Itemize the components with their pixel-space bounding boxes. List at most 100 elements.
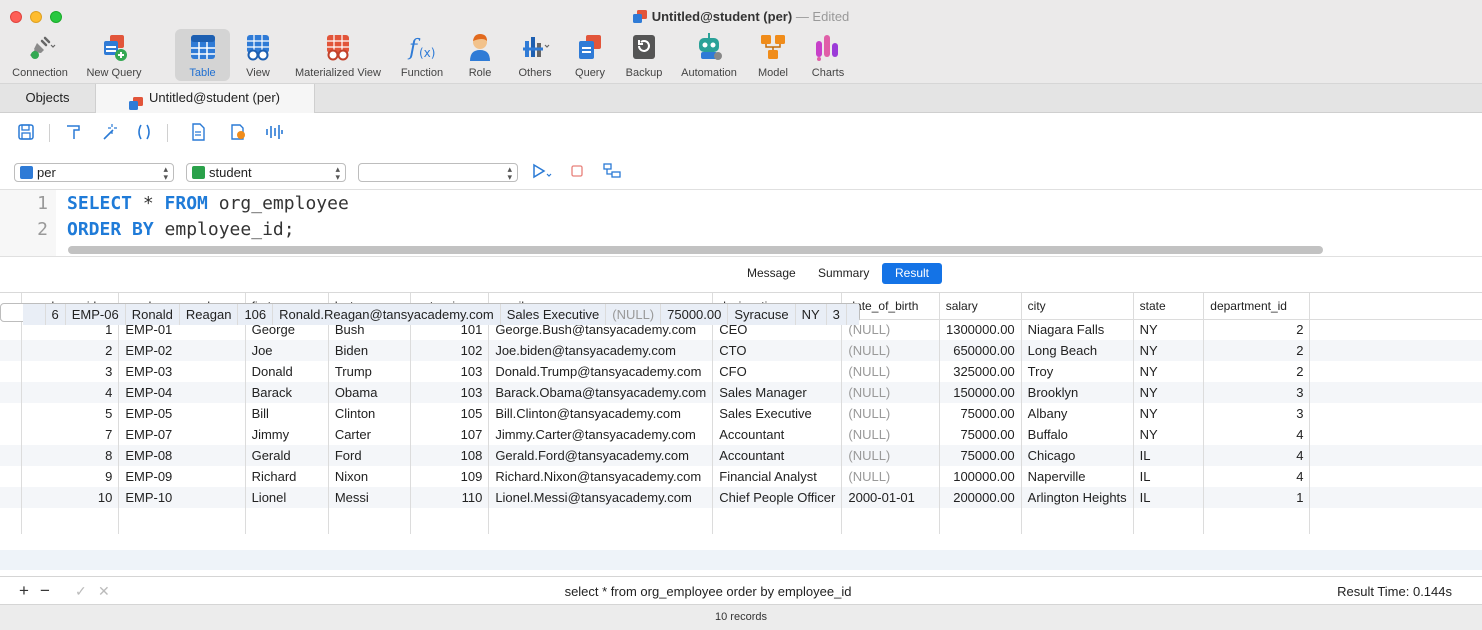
toolbar-charts-button[interactable]: Charts: [806, 29, 850, 81]
table-cell[interactable]: 4: [1203, 424, 1311, 445]
table-cell[interactable]: 1: [1203, 487, 1311, 508]
run-icon[interactable]: [531, 162, 555, 182]
editor-horizontal-scrollbar[interactable]: [68, 246, 1323, 254]
table-cell[interactable]: EMP-10: [118, 487, 246, 508]
tab-result-1[interactable]: Result 1: [882, 263, 942, 301]
table-cell[interactable]: Gerald.Ford@tansyacademy.com: [488, 445, 714, 466]
table-cell[interactable]: (NULL): [841, 403, 940, 424]
row-marker[interactable]: [0, 424, 23, 445]
table-cell[interactable]: Niagara Falls: [1021, 319, 1134, 340]
row-marker[interactable]: [23, 304, 46, 325]
database-select[interactable]: student ▴ ▾: [186, 163, 346, 182]
table-cell[interactable]: Chief People Officer: [712, 487, 843, 508]
table-cell[interactable]: 75000.00: [660, 304, 729, 325]
table-cell[interactable]: 107: [410, 424, 490, 445]
tab-summary[interactable]: Summary: [808, 263, 879, 284]
table-cell[interactable]: Sales Executive: [712, 403, 843, 424]
table-cell[interactable]: 650000.00: [939, 340, 1022, 361]
tab-objects[interactable]: Objects: [0, 84, 96, 113]
table-cell[interactable]: Ford: [328, 445, 412, 466]
table-cell[interactable]: 75000.00: [939, 445, 1022, 466]
column-header[interactable]: department_id: [1203, 293, 1311, 320]
schema-select[interactable]: ▴ ▾: [358, 163, 518, 182]
table-cell[interactable]: Chicago: [1021, 445, 1134, 466]
column-header[interactable]: city: [1021, 293, 1134, 320]
table-cell[interactable]: 75000.00: [939, 403, 1022, 424]
table-cell[interactable]: 103: [410, 361, 490, 382]
table-cell[interactable]: 7: [21, 424, 120, 445]
table-cell[interactable]: 105: [410, 403, 490, 424]
table-row[interactable]: 7 EMP-07 Jimmy Carter 107 Jimmy.Carter@tansya…: [0, 424, 1482, 445]
table-cell[interactable]: Bill.Clinton@tansyacademy.com: [488, 403, 714, 424]
table-cell[interactable]: NY: [1133, 340, 1205, 361]
table-cell[interactable]: Richard.Nixon@tansyacademy.com: [488, 466, 714, 487]
tab-query[interactable]: Untitled@student (per): [96, 84, 315, 114]
row-marker[interactable]: [0, 319, 23, 340]
table-cell[interactable]: CFO: [712, 361, 843, 382]
table-cell[interactable]: Sales Manager: [712, 382, 843, 403]
table-cell[interactable]: Joe.biden@tansyacademy.com: [488, 340, 714, 361]
table-cell[interactable]: Gerald: [245, 445, 329, 466]
table-cell[interactable]: Jimmy.Carter@tansyacademy.com: [488, 424, 714, 445]
table-row[interactable]: 9 EMP-09 Richard Nixon 109 Richard.Nixon@tans…: [0, 466, 1482, 487]
table-cell[interactable]: Sales Executive: [500, 304, 607, 325]
table-cell[interactable]: NY: [1133, 424, 1205, 445]
table-cell[interactable]: 4: [1203, 466, 1311, 487]
explain-plan-icon[interactable]: [602, 162, 622, 182]
table-cell[interactable]: Accountant: [712, 424, 843, 445]
toolbar-function-button[interactable]: f (x) Function: [395, 29, 449, 81]
table-cell[interactable]: EMP-02: [118, 340, 246, 361]
row-marker[interactable]: [0, 487, 23, 508]
table-cell[interactable]: (NULL): [841, 466, 940, 487]
table-cell[interactable]: Financial Analyst: [712, 466, 843, 487]
row-marker[interactable]: [0, 340, 23, 361]
table-cell[interactable]: Accountant: [712, 445, 843, 466]
table-cell[interactable]: Ronald.Reagan@tansyacademy.com: [272, 304, 501, 325]
toolbar-connection-button[interactable]: Connection: [4, 29, 76, 81]
table-cell[interactable]: 9: [21, 466, 120, 487]
toolbar-materialized-view-button[interactable]: Materialized View: [290, 29, 386, 81]
table-cell[interactable]: Lionel: [245, 487, 329, 508]
beautify-sql-icon[interactable]: [63, 123, 83, 143]
table-cell[interactable]: EMP-07: [118, 424, 246, 445]
table-cell[interactable]: 109: [410, 466, 490, 487]
table-cell[interactable]: Joe: [245, 340, 329, 361]
column-header[interactable]: salary: [939, 293, 1022, 320]
table-cell[interactable]: Richard: [245, 466, 329, 487]
toolbar-model-button[interactable]: Model: [752, 29, 794, 81]
table-cell[interactable]: 150000.00: [939, 382, 1022, 403]
table-cell[interactable]: Naperville: [1021, 466, 1134, 487]
table-row[interactable]: 8 EMP-08 Gerald Ford 108 Gerald.Ford@tansyaca…: [0, 445, 1482, 466]
table-cell[interactable]: 10: [21, 487, 120, 508]
table-cell[interactable]: (NULL): [841, 382, 940, 403]
toolbar-new-query-button[interactable]: New Query: [82, 29, 146, 81]
table-row[interactable]: 2 EMP-02 Joe Biden 102 Joe.biden@tansyacademy…: [0, 340, 1482, 361]
table-cell[interactable]: Buffalo: [1021, 424, 1134, 445]
column-header[interactable]: state: [1133, 293, 1205, 320]
table-cell[interactable]: 110: [410, 487, 490, 508]
table-cell[interactable]: 4: [1203, 445, 1311, 466]
table-cell[interactable]: EMP-05: [118, 403, 246, 424]
table-cell[interactable]: 8: [21, 445, 120, 466]
table-cell[interactable]: EMP-03: [118, 361, 246, 382]
table-cell[interactable]: 1300000.00: [939, 319, 1022, 340]
brackets-icon[interactable]: [134, 123, 154, 143]
toolbar-others-button[interactable]: Others: [510, 29, 560, 81]
table-cell[interactable]: 108: [410, 445, 490, 466]
table-cell[interactable]: Donald: [245, 361, 329, 382]
table-cell[interactable]: 6: [45, 304, 66, 325]
row-marker[interactable]: [0, 403, 23, 424]
table-cell[interactable]: Donald.Trump@tansyacademy.com: [488, 361, 714, 382]
table-cell[interactable]: 5: [21, 403, 120, 424]
explain-icon[interactable]: [264, 123, 284, 143]
table-cell[interactable]: Barack.Obama@tansyacademy.com: [488, 382, 714, 403]
table-cell[interactable]: 3: [1203, 382, 1311, 403]
table-cell[interactable]: Bill: [245, 403, 329, 424]
table-cell[interactable]: IL: [1133, 466, 1205, 487]
table-cell[interactable]: 106: [237, 304, 274, 325]
connection-select[interactable]: per ▴ ▾: [14, 163, 174, 182]
table-cell[interactable]: 2000-01-01: [841, 487, 940, 508]
table-row[interactable]: 5 EMP-05 Bill Clinton 105 Bill.Clinton@tansya…: [0, 403, 1482, 424]
table-cell[interactable]: NY: [1133, 403, 1205, 424]
table-cell[interactable]: Nixon: [328, 466, 412, 487]
